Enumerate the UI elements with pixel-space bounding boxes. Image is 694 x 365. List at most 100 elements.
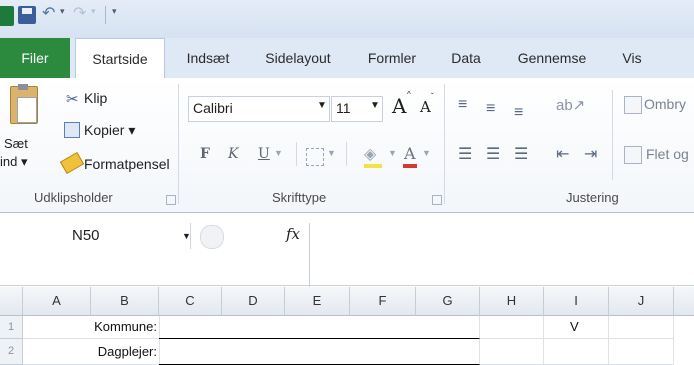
font-group-label: Skrifttype bbox=[272, 190, 327, 205]
grow-arrow-icon: ^ bbox=[407, 90, 411, 99]
cell-i2[interactable] bbox=[544, 339, 609, 365]
font-name-value: Calibri bbox=[193, 100, 233, 116]
tab-page-layout[interactable]: Sidelayout bbox=[252, 38, 344, 78]
clipboard-group-label: Udklipsholder bbox=[34, 190, 113, 205]
chevron-down-icon[interactable]: ▼ bbox=[422, 148, 431, 158]
chevron-down-icon[interactable]: ▼ bbox=[388, 148, 397, 158]
wrap-text-button[interactable]: Ombry bbox=[644, 96, 686, 112]
bold-button[interactable]: F bbox=[200, 146, 210, 162]
clipboard-launcher-icon[interactable] bbox=[166, 195, 176, 205]
undo-icon[interactable]: ↶ bbox=[42, 3, 55, 23]
column-header[interactable]: H bbox=[480, 287, 544, 316]
fill-color-icon[interactable]: ◈ bbox=[364, 144, 376, 164]
fill-color-swatch bbox=[364, 164, 382, 168]
align-middle-icon[interactable]: ≡ bbox=[486, 100, 495, 118]
italic-button[interactable]: K bbox=[228, 146, 238, 162]
borders-icon[interactable] bbox=[306, 148, 324, 166]
chevron-down-icon: ▼ bbox=[370, 100, 380, 111]
chevron-down-icon[interactable]: ▼ bbox=[274, 148, 283, 158]
column-header[interactable]: B bbox=[91, 287, 159, 316]
alignment-group-label: Justering bbox=[566, 190, 619, 205]
scissors-icon[interactable]: ✂ bbox=[66, 90, 79, 108]
column-header[interactable]: E bbox=[285, 287, 350, 316]
align-bottom-icon[interactable]: ≡ bbox=[514, 104, 523, 122]
shrink-font-button[interactable]: A bbox=[420, 98, 431, 116]
column-header[interactable]: C bbox=[159, 287, 222, 316]
tab-insert[interactable]: Indsæt bbox=[168, 38, 248, 78]
tab-data[interactable]: Data bbox=[440, 38, 492, 78]
merge-center-icon[interactable] bbox=[624, 146, 642, 164]
align-left-icon[interactable]: ☰ bbox=[458, 144, 472, 164]
group-separator bbox=[444, 84, 445, 204]
orientation-icon[interactable]: ab↗ bbox=[556, 96, 585, 114]
insert-function-button[interactable]: fx bbox=[286, 225, 300, 243]
save-icon[interactable] bbox=[18, 6, 36, 24]
tab-file[interactable]: Filer bbox=[0, 38, 70, 78]
ribbon: Sæt ind ▾ ✂ Klip Kopier ▾ Formatpensel U… bbox=[0, 78, 694, 213]
formula-input[interactable] bbox=[309, 223, 694, 287]
cell-j2[interactable] bbox=[609, 339, 674, 365]
row-header[interactable]: 1 bbox=[0, 316, 23, 339]
formula-bar-area: N50 ▼ fx bbox=[0, 213, 694, 287]
font-color-swatch bbox=[403, 164, 417, 168]
font-size-select[interactable]: 11 ▼ bbox=[331, 96, 383, 122]
separator bbox=[612, 90, 613, 180]
format-painter-button[interactable]: Formatpensel bbox=[84, 156, 170, 172]
wrap-text-icon[interactable] bbox=[624, 96, 642, 114]
name-box-value: N50 bbox=[72, 227, 100, 244]
cell-i1[interactable]: V bbox=[544, 316, 609, 339]
redo-dropdown-icon[interactable]: ▾ bbox=[91, 6, 96, 17]
format-painter-icon[interactable] bbox=[59, 151, 85, 175]
undo-dropdown-icon[interactable]: ▾ bbox=[60, 6, 65, 17]
align-right-icon[interactable]: ☰ bbox=[514, 144, 528, 164]
align-center-icon[interactable]: ☰ bbox=[486, 144, 500, 164]
ribbon-tabs: Filer Startside Indsæt Sidelayout Formle… bbox=[0, 38, 694, 80]
tab-view[interactable]: Vis bbox=[610, 38, 654, 78]
tab-review[interactable]: Gennemse bbox=[505, 38, 599, 78]
font-name-select[interactable]: Calibri ▼ bbox=[188, 96, 330, 122]
paste-dropdown[interactable]: ind ▾ bbox=[0, 154, 28, 170]
merge-center-button[interactable]: Flet og bbox=[646, 146, 689, 162]
chevron-down-icon: ▼ bbox=[317, 100, 327, 111]
name-box[interactable]: N50 ▼ bbox=[0, 223, 191, 249]
cell-j1[interactable] bbox=[609, 316, 674, 339]
paste-icon[interactable] bbox=[10, 84, 38, 124]
increase-indent-icon[interactable]: ⇥ bbox=[584, 144, 597, 164]
column-header[interactable]: I bbox=[544, 287, 609, 316]
column-header[interactable]: D bbox=[222, 287, 285, 316]
chevron-down-icon[interactable]: ▼ bbox=[327, 148, 336, 158]
shrink-arrow-icon: ˇ bbox=[431, 92, 434, 101]
redo-icon[interactable]: ↷ bbox=[73, 3, 86, 23]
cell-i1-text: V bbox=[570, 319, 579, 334]
column-header[interactable]: J bbox=[609, 287, 674, 316]
customize-toolbar-icon[interactable]: ▾ bbox=[112, 6, 117, 17]
cell-b2[interactable]: Dagplejer: bbox=[23, 339, 160, 365]
grow-font-button[interactable]: A bbox=[392, 94, 406, 118]
cell-b1[interactable]: Kommune: bbox=[23, 316, 160, 339]
column-header-next[interactable] bbox=[674, 287, 694, 316]
paste-label[interactable]: Sæt bbox=[4, 136, 28, 151]
copy-icon[interactable] bbox=[64, 122, 80, 138]
font-size-value: 11 bbox=[336, 100, 351, 116]
tab-home[interactable]: Startside bbox=[75, 38, 165, 80]
column-header[interactable]: A bbox=[23, 287, 91, 316]
column-header[interactable]: G bbox=[416, 287, 480, 316]
column-header[interactable]: F bbox=[350, 287, 416, 316]
cell-h1[interactable] bbox=[480, 316, 544, 339]
decrease-indent-icon[interactable]: ⇤ bbox=[556, 144, 569, 164]
font-launcher-icon[interactable] bbox=[432, 195, 442, 205]
align-top-icon[interactable]: ≡ bbox=[458, 96, 467, 114]
cell-c2-g2[interactable] bbox=[159, 339, 480, 365]
underline-button[interactable]: U bbox=[258, 146, 270, 162]
copy-button[interactable]: Kopier ▾ bbox=[84, 122, 135, 139]
chevron-down-icon[interactable]: ▼ bbox=[182, 231, 191, 241]
tab-formulas[interactable]: Formler bbox=[352, 38, 432, 78]
select-all-corner[interactable] bbox=[0, 287, 23, 316]
cut-button[interactable]: Klip bbox=[84, 90, 107, 106]
cell-b2-text: Dagplejer: bbox=[97, 344, 157, 359]
cell-h2[interactable] bbox=[480, 339, 544, 365]
cell-c1-g1[interactable] bbox=[159, 316, 480, 339]
separator bbox=[346, 142, 347, 166]
row-header[interactable]: 2 bbox=[0, 339, 23, 365]
font-color-button[interactable]: A bbox=[404, 144, 416, 163]
